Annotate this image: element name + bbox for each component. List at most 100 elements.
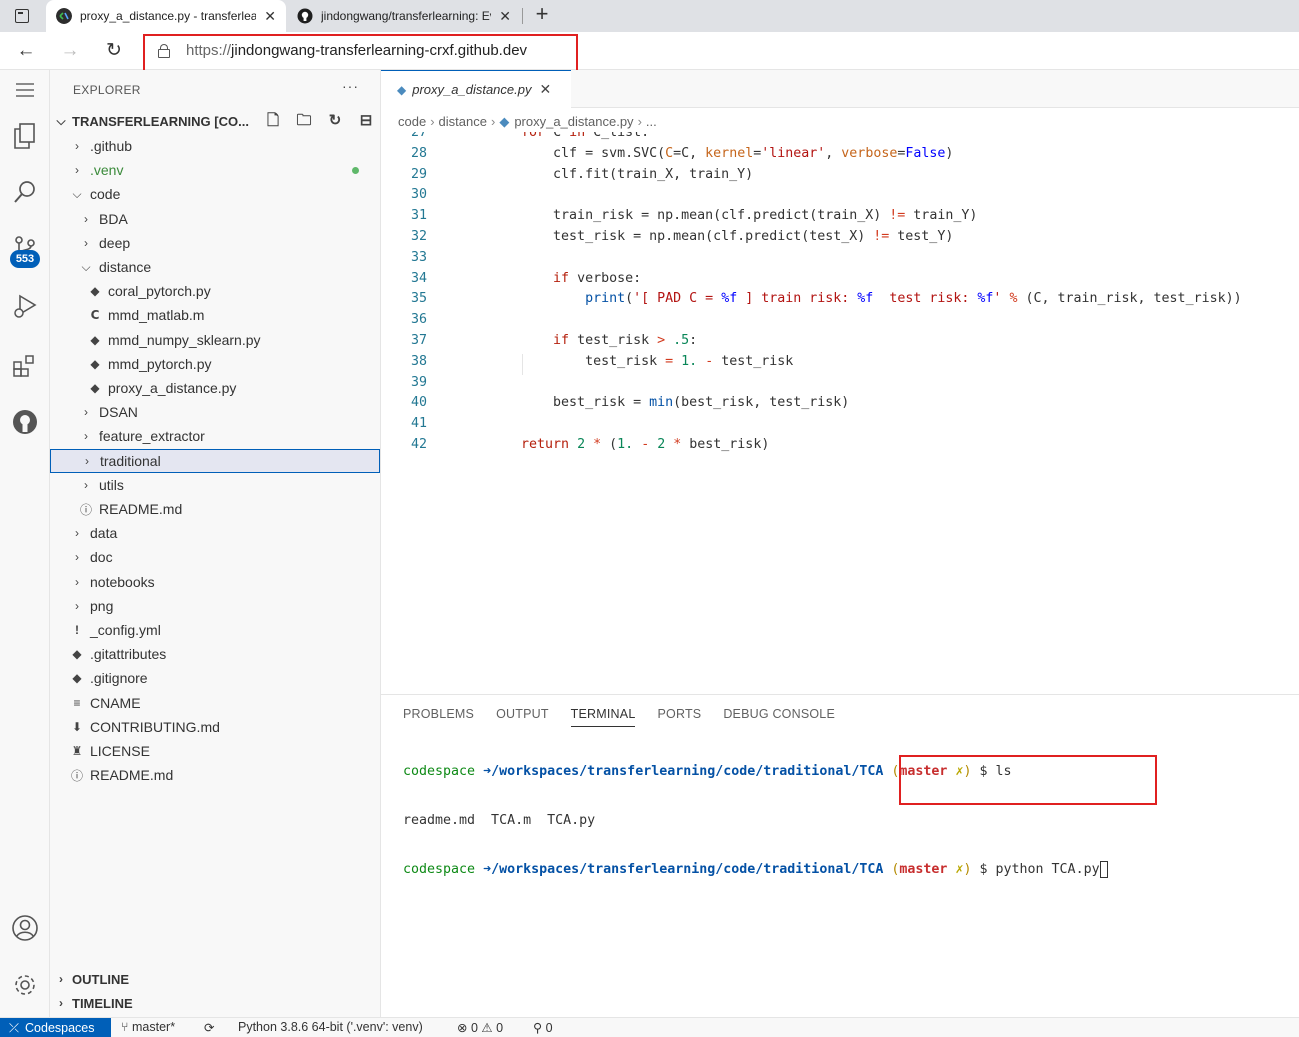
tree-item-doc[interactable]: › doc: [50, 545, 380, 569]
remote-indicator[interactable]: ⤫ Codespaces: [0, 1018, 111, 1037]
sync-icon[interactable]: ⟳: [204, 1020, 214, 1035]
reload-icon[interactable]: ↻: [101, 38, 127, 64]
files-icon[interactable]: [0, 116, 50, 156]
tree-item-traditional[interactable]: › traditional: [50, 448, 380, 473]
refresh-icon[interactable]: ↻: [324, 110, 346, 132]
account-icon[interactable]: [0, 908, 50, 948]
lock-icon[interactable]: [158, 44, 170, 58]
text-file-icon: ≡: [73, 695, 81, 710]
close-tab-icon[interactable]: ✕: [499, 8, 511, 25]
tree-item-notebooks[interactable]: › notebooks: [50, 570, 380, 594]
tree-item-label: png: [90, 597, 114, 614]
tree-item-mmd-matlab-m[interactable]: Cmmd_matlab.m: [50, 303, 380, 327]
tree-item-utils[interactable]: › utils: [50, 473, 380, 497]
chevron-right-icon: ›: [84, 235, 88, 250]
tree-item-mmd-pytorch-py[interactable]: ◆ mmd_pytorch.py: [50, 352, 380, 376]
tab-actions-icon: [15, 9, 29, 23]
tab-debug-console[interactable]: DEBUG CONSOLE: [723, 707, 835, 727]
tab-terminal[interactable]: TERMINAL: [570, 707, 636, 727]
search-icon[interactable]: [0, 172, 50, 212]
forward-arrow-icon[interactable]: →: [57, 38, 83, 64]
chevron-down-icon: ⌵: [72, 186, 82, 201]
info-file-icon: ⓘ: [70, 768, 83, 783]
prompt-branch: master: [899, 862, 948, 877]
tab-output[interactable]: OUTPUT: [496, 707, 549, 727]
tree-item-readme-md[interactable]: ⓘ README.md: [50, 497, 380, 521]
tab-problems[interactable]: PROBLEMS: [403, 707, 474, 727]
timeline-section-header[interactable]: › TIMELINE: [50, 992, 380, 1014]
tree-item-data[interactable]: › data: [50, 521, 380, 545]
explorer-title: EXPLORER: [73, 83, 141, 97]
tree-item-contributing-md[interactable]: ⬇ CONTRIBUTING.md: [50, 715, 380, 739]
code-text: clf.fit(train_X, train_Y): [489, 166, 754, 182]
close-editor-icon[interactable]: ✕: [539, 81, 551, 98]
python-interpreter[interactable]: Python 3.8.6 64-bit ('.venv': venv): [238, 1020, 423, 1034]
outline-section-header[interactable]: › OUTLINE: [50, 968, 380, 990]
menu-icon[interactable]: [0, 70, 50, 110]
line-number: 29: [410, 166, 427, 182]
tree-item-feature-extractor[interactable]: › feature_extractor: [50, 424, 380, 448]
code-line: 36: [381, 312, 1299, 333]
new-file-icon[interactable]: 🗋: [262, 110, 284, 132]
url-scheme: https://: [186, 42, 232, 59]
new-tab-button[interactable]: +: [530, 3, 554, 27]
tree-item-config-yml[interactable]: ! _config.yml: [50, 618, 380, 642]
terminal-command: $ python TCA.py: [979, 862, 1100, 877]
tree-item-gitattributes[interactable]: ◆ .gitattributes: [50, 642, 380, 666]
extensions-icon[interactable]: [0, 346, 50, 386]
tree-item-dsan[interactable]: › DSAN: [50, 400, 380, 424]
tree-item-label: DSAN: [99, 404, 138, 421]
new-folder-icon[interactable]: 🗀: [293, 110, 315, 132]
collapse-all-icon[interactable]: ⊟: [355, 110, 377, 132]
tree-item-readme-md[interactable]: ⓘ README.md: [50, 763, 380, 787]
problems-status[interactable]: ⊗ 0 ⚠ 0: [457, 1020, 503, 1035]
editor-tab-proxy-a-distance[interactable]: ◆ proxy_a_distance.py ✕: [381, 70, 571, 108]
settings-icon[interactable]: [0, 965, 50, 1005]
breadcrumb-item[interactable]: distance: [439, 114, 487, 129]
run-debug-icon[interactable]: [0, 286, 50, 326]
tree-item-venv[interactable]: › .venv: [50, 158, 380, 182]
code-text: if test_risk > .5:: [553, 333, 698, 348]
tree-item-deep[interactable]: › deep: [50, 231, 380, 255]
more-actions-icon[interactable]: ···: [342, 78, 359, 94]
tree-item-coral-pytorch-py[interactable]: ◆ coral_pytorch.py: [50, 279, 380, 303]
tree-item-png[interactable]: › png: [50, 594, 380, 618]
tree-item-code[interactable]: ⌵ code: [50, 182, 380, 206]
code-line: 32 test_risk = np.mean(clf.predict(test_…: [381, 229, 1299, 250]
tree-item-github[interactable]: › .github: [50, 134, 380, 158]
branch-status[interactable]: ⑂ master*: [121, 1020, 175, 1034]
tree-item-label: LICENSE: [90, 743, 150, 759]
tree-item-distance[interactable]: ⌵ distance: [50, 255, 380, 279]
close-tab-icon[interactable]: ✕: [264, 8, 276, 25]
url-field[interactable]: https://jindongwang-transferlearning-crx…: [186, 42, 527, 59]
tab-actions-button[interactable]: [0, 0, 44, 32]
command-highlight-box: [899, 755, 1157, 805]
breadcrumb-item[interactable]: proxy_a_distance.py: [514, 114, 633, 129]
bottom-panel: PROBLEMS OUTPUT TERMINAL PORTS DEBUG CON…: [381, 694, 1299, 1017]
code-line: 39: [381, 375, 1299, 396]
code-line: 27 for C in C_list:: [381, 132, 1299, 146]
tree-item-proxy-a-distance-py[interactable]: ◆ proxy_a_distance.py: [50, 376, 380, 400]
breadcrumb-item[interactable]: code: [398, 114, 426, 129]
github-icon[interactable]: [0, 402, 50, 442]
tree-item-license[interactable]: ♜ LICENSE: [50, 739, 380, 763]
prompt-host: codespace: [403, 764, 476, 779]
panel-tabs: PROBLEMS OUTPUT TERMINAL PORTS DEBUG CON…: [403, 707, 835, 727]
tab-ports[interactable]: PORTS: [657, 707, 701, 727]
browser-tab-editor[interactable]: proxy_a_distance.py - transferlearning ✕: [46, 0, 286, 32]
tree-item-gitignore[interactable]: ◆ .gitignore: [50, 666, 380, 690]
back-arrow-icon[interactable]: ←: [13, 38, 39, 64]
tree-item-bda[interactable]: › BDA: [50, 207, 380, 231]
workspace-root-header[interactable]: ⌵ TRANSFERLEARNING [CO... 🗋 🗀 ↻ ⊟: [50, 110, 380, 132]
code-line: 37 if test_risk > .5:: [381, 333, 1299, 354]
tree-item-mmd-numpy-sklearn-py[interactable]: ◆ mmd_numpy_sklearn.py: [50, 328, 380, 352]
git-file-icon: ◆: [72, 647, 82, 662]
error-count: 0: [470, 1021, 478, 1035]
breadcrumb-item[interactable]: ...: [646, 114, 657, 129]
browser-tab-github[interactable]: jindongwang/transferlearning: Everything…: [287, 0, 521, 32]
code-text: best_risk = min(best_risk, test_risk): [489, 395, 850, 411]
code-view[interactable]: 27 for C in C_list: 28 clf = svm.SVC(C=C,…: [381, 132, 1299, 532]
ports-status[interactable]: ⚲ 0: [533, 1020, 553, 1035]
indent-guide: [522, 353, 523, 375]
tree-item-cname[interactable]: ≡ CNAME: [50, 691, 380, 715]
